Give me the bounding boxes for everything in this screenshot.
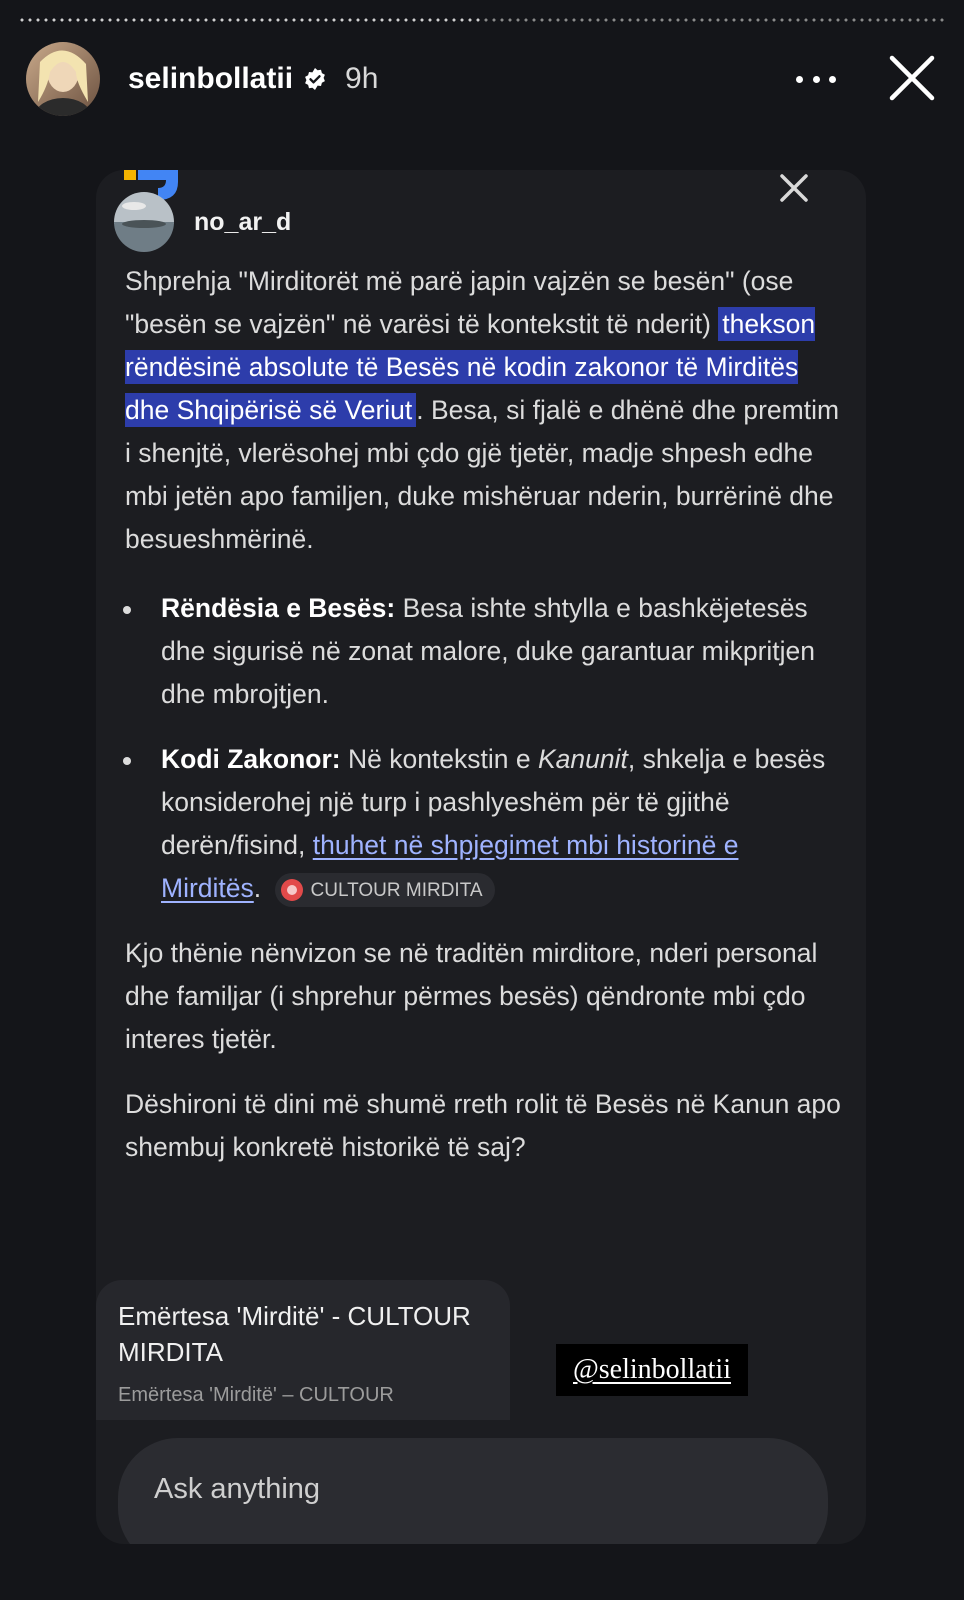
follow-up-question: Dëshironi të dini më shumë rreth rolit t…	[125, 1089, 841, 1162]
bullet-text: .	[253, 873, 262, 903]
list-item: Kodi Zakonor: Në kontekstin e Kanunit, s…	[123, 738, 845, 910]
bullet-text: Në kontekstin e	[340, 744, 538, 774]
avatar[interactable]	[26, 42, 100, 116]
more-options-icon[interactable]	[796, 64, 836, 94]
intro-paragraph: Shprehja "Mirditorët më parë japin vajzë…	[125, 260, 845, 561]
close-icon[interactable]	[886, 52, 938, 104]
verified-badge-icon	[303, 67, 327, 91]
source-card[interactable]: Emërtesa 'Mirditë' - CULTOUR MIRDITA Emë…	[96, 1280, 510, 1420]
ask-input[interactable]	[152, 1468, 756, 1510]
ask-input-bar[interactable]	[118, 1438, 828, 1544]
bullet-title: Rëndësia e Besës:	[161, 593, 396, 623]
source-chip[interactable]: CULTOUR MIRDITA	[274, 873, 495, 907]
source-title: Emërtesa 'Mirditë' - CULTOUR MIRDITA	[118, 1301, 471, 1367]
poster-avatar[interactable]	[114, 192, 174, 252]
poster-username[interactable]: no_ar_d	[194, 208, 291, 237]
progress-segment-remaining	[482, 18, 946, 22]
source-chip-label: CULTOUR MIRDITA	[310, 879, 483, 901]
shared-screenshot-card: no_ar_d Shprehja "Mirditorët më parë jap…	[96, 170, 866, 1544]
progress-segment-viewed	[18, 18, 482, 22]
post-time: 9h	[345, 62, 379, 95]
mention-text: @selinbollatii	[573, 1354, 731, 1385]
closing-paragraph: Kjo thënie nënvizon se në traditën mirdi…	[125, 938, 818, 1054]
poster-row: no_ar_d	[114, 192, 291, 252]
username[interactable]: selinbollatii	[128, 62, 293, 96]
list-item: Rëndësia e Besës: Besa ishte shtylla e b…	[123, 587, 845, 716]
source-favicon-icon	[280, 879, 303, 901]
story-progress-bar	[18, 18, 946, 22]
bullet-italic: Kanunit	[538, 744, 628, 774]
source-subtitle: Emërtesa 'Mirditë' – CULTOUR	[118, 1384, 394, 1406]
card-close-icon[interactable]	[776, 170, 812, 206]
bullet-title: Kodi Zakonor:	[161, 744, 341, 774]
answer-body: Shprehja "Mirditorët më parë japin vajzë…	[123, 260, 845, 1169]
intro-text: Shprehja "Mirditorët më parë japin vajzë…	[125, 266, 794, 339]
story-header: selinbollatii 9h	[26, 42, 938, 116]
bullet-list: Rëndësia e Besës: Besa ishte shtylla e b…	[123, 587, 845, 910]
mention-sticker[interactable]: @selinbollatii	[556, 1344, 748, 1396]
